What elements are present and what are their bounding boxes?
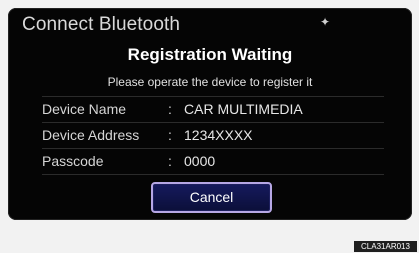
device-address-label: Device Address	[42, 127, 140, 143]
screen-frame: Connect Bluetooth ✦ Registration Waiting…	[0, 0, 419, 253]
device-address-row: Device Address : 1234XXXX	[42, 123, 384, 149]
passcode-separator: :	[168, 153, 172, 169]
device-name-separator: :	[168, 101, 172, 117]
device-info-table: Device Name : CAR MULTIMEDIA Device Addr…	[42, 96, 384, 175]
screen-title: Connect Bluetooth	[22, 14, 181, 35]
device-address-separator: :	[168, 127, 172, 143]
passcode-value: 0000	[184, 153, 216, 169]
bluetooth-icon: ✦	[320, 15, 331, 29]
registration-heading: Registration Waiting	[127, 45, 293, 64]
registration-instruction: Please operate the device to register it	[107, 75, 313, 89]
image-code-label: CLA31AR013	[354, 241, 417, 252]
device-name-label: Device Name	[42, 101, 127, 117]
passcode-label: Passcode	[42, 153, 104, 169]
bluetooth-registration-display: Connect Bluetooth ✦ Registration Waiting…	[8, 8, 412, 220]
device-address-value: 1234XXXX	[184, 127, 253, 143]
device-name-row: Device Name : CAR MULTIMEDIA	[42, 97, 384, 123]
cancel-button[interactable]: Cancel	[151, 182, 272, 213]
device-name-value: CAR MULTIMEDIA	[184, 101, 303, 117]
passcode-row: Passcode : 0000	[42, 149, 384, 175]
